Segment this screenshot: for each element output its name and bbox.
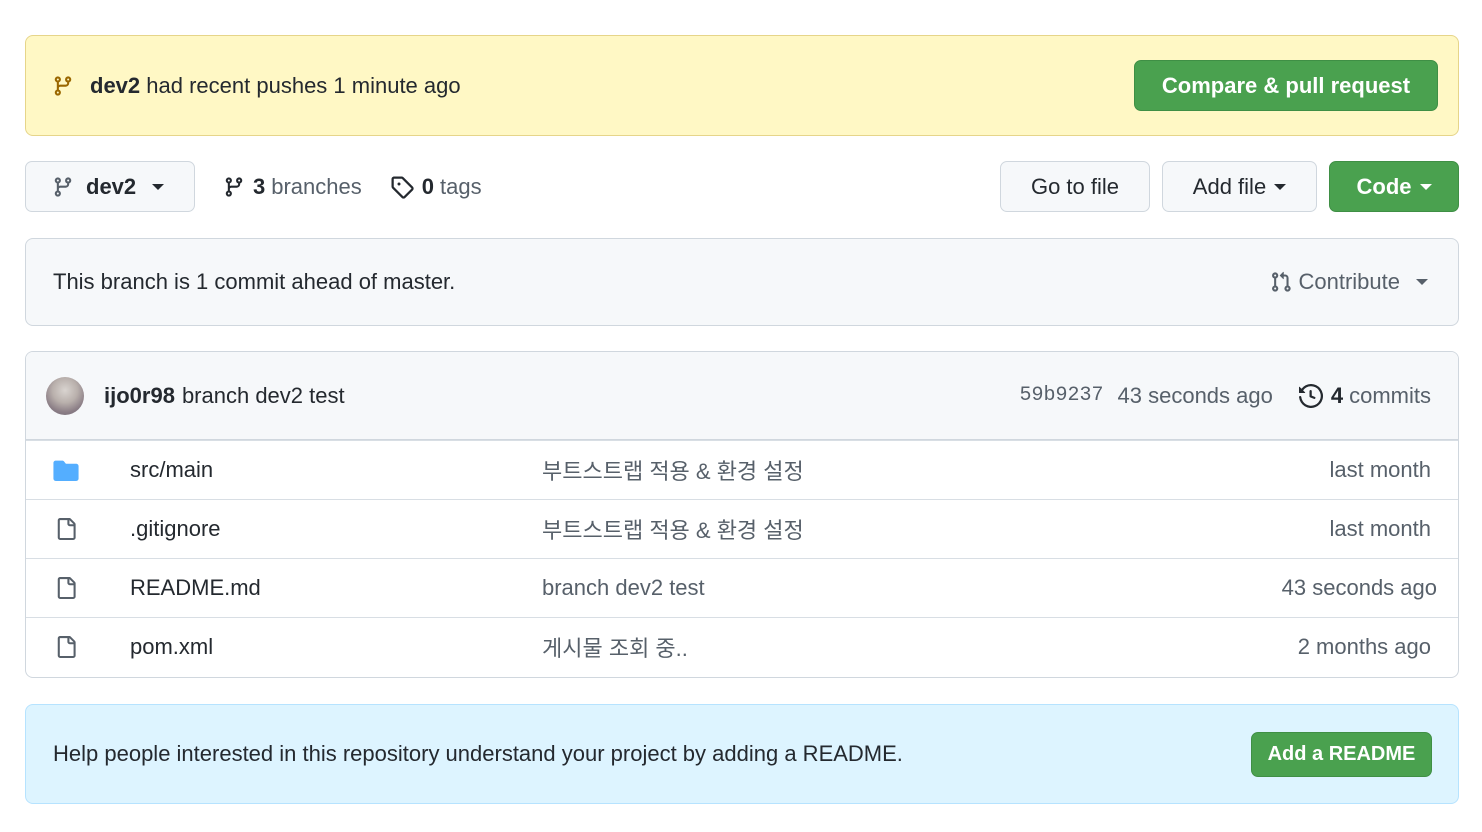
history-icon bbox=[1298, 383, 1323, 408]
commit-sha[interactable]: 59b9237 bbox=[1020, 384, 1104, 407]
file-commit-message[interactable]: 부트스트랩 적용 & 환경 설정 bbox=[542, 513, 1330, 545]
commits-label: commits bbox=[1349, 382, 1431, 408]
commit-message[interactable]: branch dev2 test bbox=[182, 383, 1020, 409]
chevron-down-icon bbox=[1274, 183, 1287, 190]
branch-icon bbox=[52, 74, 76, 98]
branches-link[interactable]: 3 branches bbox=[223, 174, 362, 200]
file-row[interactable]: .gitignore 부트스트랩 적용 & 환경 설정 last month bbox=[26, 499, 1458, 558]
commit-age: 43 seconds ago bbox=[1117, 382, 1273, 408]
add-file-label: Add file bbox=[1192, 173, 1267, 199]
file-icon bbox=[53, 575, 79, 601]
file-age: last month bbox=[1329, 457, 1432, 482]
contribute-label: Contribute bbox=[1298, 269, 1400, 294]
push-branch-name[interactable]: dev2 bbox=[90, 73, 140, 98]
go-to-file-button[interactable]: Go to file bbox=[1000, 161, 1150, 212]
file-age: 2 months ago bbox=[1297, 634, 1431, 659]
add-readme-button[interactable]: Add a README bbox=[1251, 731, 1432, 777]
tags-link[interactable]: 0 tags bbox=[390, 174, 482, 200]
file-icon bbox=[53, 634, 79, 660]
file-listing: ijo0r98 branch dev2 test 59b9237 43 seco… bbox=[25, 351, 1459, 678]
commit-author[interactable]: ijo0r98 bbox=[104, 383, 175, 409]
commits-count: 4 bbox=[1330, 382, 1344, 408]
branches-count: 3 bbox=[253, 173, 266, 199]
chevron-down-icon bbox=[1416, 279, 1428, 285]
commits-link[interactable]: 4 commits bbox=[1298, 382, 1431, 409]
compare-pull-request-button[interactable]: Compare & pull request bbox=[1134, 60, 1438, 111]
file-age: last month bbox=[1329, 516, 1432, 541]
repo-toolbar: dev2 3 branches 0 tags Go to file Add fi… bbox=[25, 161, 1459, 212]
latest-commit-bar: ijo0r98 branch dev2 test 59b9237 43 seco… bbox=[26, 352, 1458, 440]
add-readme-prompt: Help people interested in this repositor… bbox=[25, 704, 1459, 804]
push-text: had recent pushes 1 minute ago bbox=[146, 72, 461, 98]
code-button[interactable]: Code bbox=[1329, 161, 1459, 212]
branches-label: branches bbox=[271, 173, 362, 199]
current-branch-label: dev2 bbox=[86, 173, 137, 199]
folder-icon bbox=[53, 459, 79, 481]
tags-count: 0 bbox=[421, 173, 435, 199]
chevron-down-icon bbox=[152, 183, 165, 190]
branch-ahead-text: This branch is 1 commit ahead of master. bbox=[53, 269, 456, 294]
file-commit-message[interactable]: 부트스트랩 적용 & 환경 설정 bbox=[542, 454, 1330, 486]
push-message: dev2 had recent pushes 1 minute ago bbox=[90, 73, 1134, 99]
file-name[interactable]: .gitignore bbox=[130, 516, 542, 542]
file-commit-message[interactable]: branch dev2 test bbox=[542, 575, 1282, 601]
readme-prompt-text: Help people interested in this repositor… bbox=[53, 741, 903, 766]
chevron-down-icon bbox=[1419, 183, 1432, 190]
file-row[interactable]: README.md branch dev2 test 43 seconds ag… bbox=[26, 558, 1458, 617]
branch-status-box: This branch is 1 commit ahead of master.… bbox=[25, 238, 1459, 326]
code-label: Code bbox=[1356, 173, 1412, 199]
file-age: 43 seconds ago bbox=[1281, 575, 1437, 600]
tags-label: tags bbox=[440, 173, 482, 199]
add-file-button[interactable]: Add file bbox=[1162, 161, 1317, 212]
avatar[interactable] bbox=[46, 376, 84, 415]
file-row[interactable]: pom.xml 게시물 조회 중.. 2 months ago bbox=[26, 617, 1458, 676]
file-name[interactable]: README.md bbox=[130, 575, 542, 601]
file-row[interactable]: src/main 부트스트랩 적용 & 환경 설정 last month bbox=[26, 440, 1458, 499]
file-name[interactable]: src/main bbox=[130, 457, 542, 483]
branch-icon bbox=[52, 175, 74, 199]
file-icon bbox=[53, 516, 79, 542]
pull-request-icon bbox=[1270, 270, 1292, 294]
branch-selector-button[interactable]: dev2 bbox=[25, 161, 195, 212]
file-commit-message[interactable]: 게시물 조회 중.. bbox=[542, 631, 1298, 663]
file-name[interactable]: pom.xml bbox=[130, 634, 542, 660]
recent-push-banner: dev2 had recent pushes 1 minute ago Comp… bbox=[25, 35, 1459, 136]
branch-icon bbox=[223, 175, 245, 199]
tag-icon bbox=[390, 175, 414, 199]
contribute-dropdown[interactable]: Contribute bbox=[1270, 269, 1428, 295]
